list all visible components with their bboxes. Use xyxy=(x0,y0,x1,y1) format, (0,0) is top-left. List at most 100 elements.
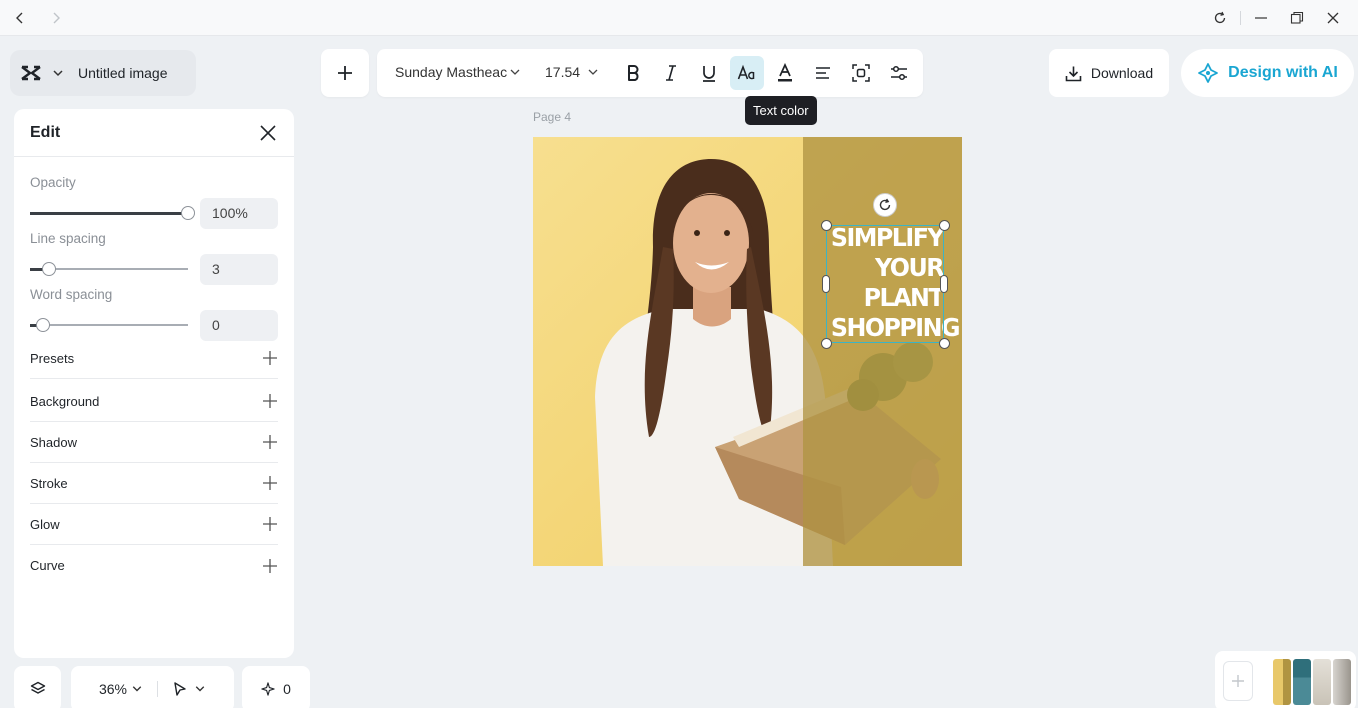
project-name[interactable]: Untitled image xyxy=(78,65,168,81)
resize-handle-bottom-left[interactable] xyxy=(821,338,832,349)
plus-icon xyxy=(338,66,352,80)
plus-icon xyxy=(1232,675,1244,687)
resize-handle-top-left[interactable] xyxy=(821,220,832,231)
design-artboard[interactable]: SIMPLIFY YOUR PLANT SHOPPING xyxy=(533,137,962,566)
chevron-down-icon[interactable] xyxy=(588,67,598,77)
minimize-icon[interactable] xyxy=(1250,8,1272,28)
effects-icon xyxy=(852,64,870,82)
design-with-ai-button[interactable]: Design with AI xyxy=(1181,49,1354,97)
section-label: Presets xyxy=(30,350,75,366)
headline-line: PLANT xyxy=(863,283,945,312)
download-icon xyxy=(1065,66,1082,81)
font-size-select[interactable]: 17.54 xyxy=(545,64,580,80)
page-thumbnail[interactable] xyxy=(1273,659,1291,705)
close-icon[interactable] xyxy=(1322,8,1344,28)
resize-handle-right[interactable] xyxy=(940,275,948,293)
word-spacing-slider-handle[interactable] xyxy=(35,318,50,332)
edit-panel-title: Edit xyxy=(30,124,61,141)
adjust-button[interactable] xyxy=(882,56,916,90)
section-stroke[interactable]: Stroke xyxy=(30,463,278,504)
opacity-slider[interactable] xyxy=(30,206,195,220)
chevron-down-icon[interactable] xyxy=(52,67,64,79)
add-element-button[interactable] xyxy=(321,49,369,97)
restore-icon[interactable] xyxy=(1286,8,1308,28)
edit-panel: Edit Opacity 100% Line spacing 3 Word sp… xyxy=(14,109,294,658)
line-spacing-slider-handle[interactable] xyxy=(41,262,56,276)
font-family-select[interactable]: Sunday Mastheac xyxy=(395,64,519,80)
section-presets[interactable]: Presets xyxy=(30,338,278,379)
pointer-tool-icon[interactable] xyxy=(172,681,188,697)
underline-icon xyxy=(703,66,715,82)
word-spacing-input[interactable]: 0 xyxy=(200,310,278,341)
project-menu[interactable]: Untitled image xyxy=(10,50,196,96)
opacity-slider-handle[interactable] xyxy=(181,206,195,220)
word-spacing-label: Word spacing xyxy=(30,287,113,302)
text-color-tooltip: Text color xyxy=(745,96,817,125)
opacity-slider-fill xyxy=(30,211,188,215)
zoom-divider xyxy=(157,681,159,697)
close-icon[interactable] xyxy=(258,123,278,143)
italic-button[interactable] xyxy=(654,56,688,90)
line-spacing-label: Line spacing xyxy=(30,231,106,246)
page-thumbnail[interactable] xyxy=(1333,659,1351,705)
text-color-icon xyxy=(737,64,755,80)
chevron-down-icon[interactable] xyxy=(194,683,206,695)
effects-button[interactable] xyxy=(844,56,878,90)
capcut-logo-icon xyxy=(21,65,41,81)
resize-handle-bottom-right[interactable] xyxy=(939,338,950,349)
refresh-icon[interactable] xyxy=(1209,8,1231,28)
headline-text[interactable]: SIMPLIFY YOUR PLANT SHOPPING xyxy=(830,223,961,343)
underline-button[interactable] xyxy=(692,56,726,90)
zoom-level[interactable]: 36% xyxy=(99,681,127,697)
opacity-label: Opacity xyxy=(30,175,76,190)
section-background[interactable]: Background xyxy=(30,381,278,422)
word-spacing-slider[interactable] xyxy=(30,318,188,332)
sparkle-icon xyxy=(261,682,275,696)
highlight-icon xyxy=(778,63,792,82)
headline-line: SHOPPING xyxy=(830,313,961,342)
layers-button[interactable] xyxy=(14,666,61,708)
line-spacing-slider[interactable] xyxy=(30,262,188,276)
download-button[interactable]: Download xyxy=(1049,49,1169,97)
back-icon[interactable] xyxy=(9,8,31,28)
text-toolbar: Sunday Mastheac 17.54 xyxy=(377,49,923,97)
align-left-icon xyxy=(816,67,830,79)
forward-icon[interactable] xyxy=(45,8,67,28)
ai-credits-count: 0 xyxy=(283,681,291,697)
section-label: Background xyxy=(30,393,100,409)
add-page-button[interactable] xyxy=(1223,661,1253,701)
plus-icon[interactable] xyxy=(262,434,278,450)
plus-icon[interactable] xyxy=(262,350,278,366)
line-spacing-input[interactable]: 3 xyxy=(200,254,278,285)
bold-button[interactable] xyxy=(616,56,650,90)
zoom-controls: 36% xyxy=(71,666,234,708)
resize-handle-top-right[interactable] xyxy=(939,220,950,231)
plus-icon[interactable] xyxy=(262,393,278,409)
opacity-input[interactable]: 100% xyxy=(200,198,278,229)
italic-icon xyxy=(666,65,676,81)
chevron-down-icon[interactable] xyxy=(131,683,143,695)
section-shadow[interactable]: Shadow xyxy=(30,422,278,463)
headline-line: SIMPLIFY xyxy=(830,223,945,252)
section-label: Stroke xyxy=(30,475,68,491)
ai-credits-button[interactable]: 0 xyxy=(242,666,310,708)
section-glow[interactable]: Glow xyxy=(30,504,278,545)
section-curve[interactable]: Curve xyxy=(30,545,278,586)
plus-icon[interactable] xyxy=(262,475,278,491)
rotate-icon xyxy=(879,198,891,211)
page-thumbnail[interactable] xyxy=(1313,659,1331,705)
layers-icon xyxy=(30,681,45,694)
page-label: Page 4 xyxy=(533,110,572,124)
chevron-down-icon[interactable] xyxy=(510,67,520,77)
text-color-button[interactable] xyxy=(730,56,764,90)
rotate-handle[interactable] xyxy=(873,193,897,217)
plus-icon[interactable] xyxy=(262,516,278,532)
download-label: Download xyxy=(1090,65,1154,81)
highlight-button[interactable] xyxy=(768,56,802,90)
align-button[interactable] xyxy=(806,56,840,90)
page-thumbnail[interactable] xyxy=(1293,659,1311,705)
plus-icon[interactable] xyxy=(262,558,278,574)
ai-sparkle-icon xyxy=(1198,63,1219,83)
resize-handle-left[interactable] xyxy=(822,275,830,293)
titlebar-divider xyxy=(1240,11,1241,25)
